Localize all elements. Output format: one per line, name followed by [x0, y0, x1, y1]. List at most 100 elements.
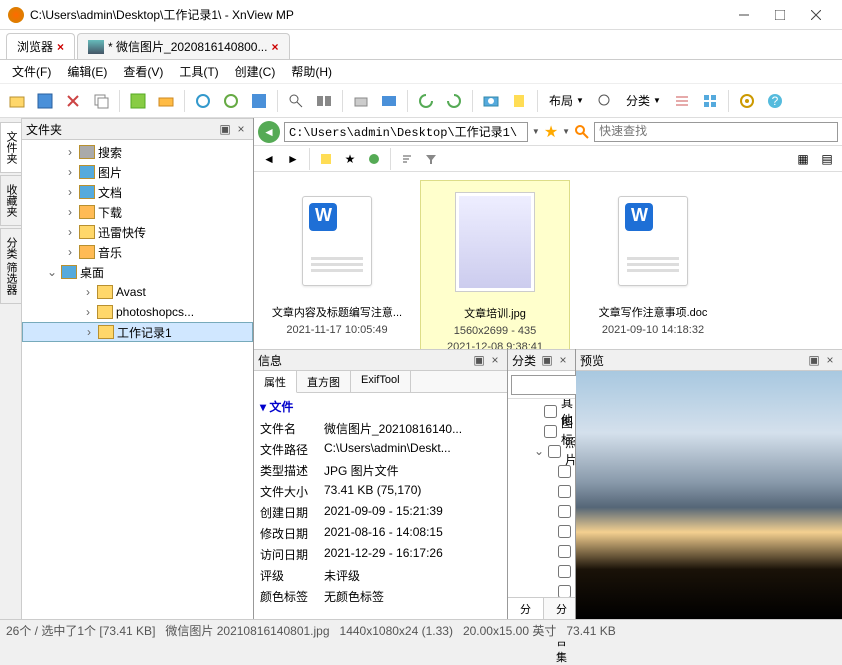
menu-file[interactable]: 文件(F): [6, 61, 57, 82]
rotate-left-button[interactable]: [413, 88, 439, 114]
close-panel-icon[interactable]: ×: [555, 352, 571, 368]
category-item[interactable]: 图标: [510, 421, 573, 441]
tree-item[interactable]: ›下载: [22, 202, 253, 222]
favorite-icon[interactable]: ★: [544, 122, 558, 142]
tag-star-icon[interactable]: ★: [339, 148, 361, 170]
nav-next-icon[interactable]: ►: [282, 148, 304, 170]
category-checkbox[interactable]: [558, 485, 571, 498]
tree-item[interactable]: ›音乐: [22, 242, 253, 262]
tree-item[interactable]: ›工作记录1: [22, 322, 253, 342]
undock-icon[interactable]: ▣: [217, 121, 233, 137]
view-mode-icon[interactable]: ▤: [816, 148, 838, 170]
menu-help[interactable]: 帮助(H): [285, 61, 338, 82]
cat-tab-sets[interactable]: 分类合集: [544, 598, 580, 619]
menu-view[interactable]: 查看(V): [117, 61, 169, 82]
tab-image[interactable]: * 微信图片_2020816140800... ×: [77, 33, 289, 59]
info-tab-exif[interactable]: ExifTool: [351, 371, 411, 392]
category-checkbox[interactable]: [558, 545, 571, 558]
close-button[interactable]: [798, 1, 834, 29]
search-button[interactable]: [283, 88, 309, 114]
refresh2-button[interactable]: [218, 88, 244, 114]
folder-tree[interactable]: ›搜索›图片›文档›下载›迅雷快传›音乐⌄桌面›Avast›photoshopc…: [22, 140, 253, 619]
fav-dropdown-icon[interactable]: ▼: [562, 127, 570, 136]
refresh-button[interactable]: [190, 88, 216, 114]
category-checkbox[interactable]: [558, 465, 571, 478]
sidebar-tab-filters[interactable]: 分类 筛选器: [0, 228, 21, 304]
thumbnail-view[interactable]: 文章内容及标题编写注意...2021-11-17 10:05:49文章培训.jp…: [254, 172, 842, 349]
tree-item[interactable]: ›图片: [22, 162, 253, 182]
list-button[interactable]: [669, 88, 695, 114]
category-item[interactable]: 朋友: [510, 541, 573, 561]
undock-icon[interactable]: ▣: [471, 352, 487, 368]
sidebar-tab-files[interactable]: 文件夹: [0, 122, 21, 173]
quick-search-input[interactable]: [594, 122, 838, 142]
fullscreen-button[interactable]: [246, 88, 272, 114]
category-checkbox[interactable]: [558, 565, 571, 578]
category-item[interactable]: 宠物: [510, 481, 573, 501]
layout-dropdown[interactable]: 布局 ▼: [543, 90, 590, 111]
category-checkbox[interactable]: [548, 445, 561, 458]
category-tree[interactable]: 其他图标⌄照片动物宠物家人旅行朋友肖像花卉: [508, 399, 575, 597]
grid-button[interactable]: [697, 88, 723, 114]
compare-button[interactable]: [311, 88, 337, 114]
capture-button[interactable]: [478, 88, 504, 114]
help-button[interactable]: ?: [762, 88, 788, 114]
category-item[interactable]: 家人: [510, 501, 573, 521]
path-input[interactable]: [284, 122, 528, 142]
convert-button[interactable]: [125, 88, 151, 114]
category-item[interactable]: 动物: [510, 461, 573, 481]
tag-yellow-icon[interactable]: [315, 148, 337, 170]
back-button[interactable]: ◄: [258, 121, 280, 143]
zoom-button[interactable]: [592, 88, 618, 114]
minimize-button[interactable]: [726, 1, 762, 29]
close-panel-icon[interactable]: ×: [822, 352, 838, 368]
tab-browser[interactable]: 浏览器 ×: [6, 33, 75, 59]
tree-item[interactable]: ›photoshopcs...: [22, 302, 253, 322]
rotate-right-button[interactable]: [441, 88, 467, 114]
category-checkbox[interactable]: [558, 505, 571, 518]
search-icon[interactable]: [574, 124, 590, 140]
tag-button[interactable]: [506, 88, 532, 114]
path-dropdown-icon[interactable]: ▼: [532, 127, 540, 136]
tree-item[interactable]: ›搜索: [22, 142, 253, 162]
tree-item[interactable]: ›Avast: [22, 282, 253, 302]
info-tab-props[interactable]: 属性: [254, 371, 297, 393]
maximize-button[interactable]: [762, 1, 798, 29]
save-button[interactable]: [32, 88, 58, 114]
nav-prev-icon[interactable]: ◄: [258, 148, 280, 170]
category-item[interactable]: 花卉: [510, 581, 573, 597]
settings-button[interactable]: [734, 88, 760, 114]
thumb-item[interactable]: 文章内容及标题编写注意...2021-11-17 10:05:49: [262, 180, 412, 338]
slideshow-button[interactable]: [376, 88, 402, 114]
thumb-item[interactable]: 文章写作注意事项.doc2021-09-10 14:18:32: [578, 180, 728, 338]
tag-color-icon[interactable]: [363, 148, 385, 170]
cut-button[interactable]: [60, 88, 86, 114]
category-checkbox[interactable]: [558, 585, 571, 598]
tree-item[interactable]: ›文档: [22, 182, 253, 202]
tab-close-icon[interactable]: ×: [57, 40, 64, 54]
filter-icon[interactable]: [420, 148, 442, 170]
category-item[interactable]: 肖像: [510, 561, 573, 581]
close-panel-icon[interactable]: ×: [487, 352, 503, 368]
undock-icon[interactable]: ▣: [539, 352, 555, 368]
category-checkbox[interactable]: [544, 405, 557, 418]
thumb-size-icon[interactable]: ▦: [792, 148, 814, 170]
cat-tab-categories[interactable]: 分类: [508, 598, 544, 619]
open-button[interactable]: [4, 88, 30, 114]
sidebar-tab-favorites[interactable]: 收藏夹: [0, 175, 21, 226]
close-panel-icon[interactable]: ×: [233, 121, 249, 137]
categories-dropdown[interactable]: 分类 ▼: [620, 90, 667, 111]
print-button[interactable]: [348, 88, 374, 114]
batch-button[interactable]: [153, 88, 179, 114]
category-checkbox[interactable]: [558, 525, 571, 538]
category-item[interactable]: 旅行: [510, 521, 573, 541]
tree-item[interactable]: ⌄桌面: [22, 262, 253, 282]
tree-item[interactable]: ›迅雷快传: [22, 222, 253, 242]
tab-close-icon[interactable]: ×: [271, 40, 278, 54]
info-tab-histogram[interactable]: 直方图: [297, 371, 351, 392]
menu-edit[interactable]: 编辑(E): [61, 61, 113, 82]
category-checkbox[interactable]: [544, 425, 557, 438]
preview-image[interactable]: [576, 371, 842, 619]
undock-icon[interactable]: ▣: [806, 352, 822, 368]
menu-create[interactable]: 创建(C): [229, 61, 282, 82]
